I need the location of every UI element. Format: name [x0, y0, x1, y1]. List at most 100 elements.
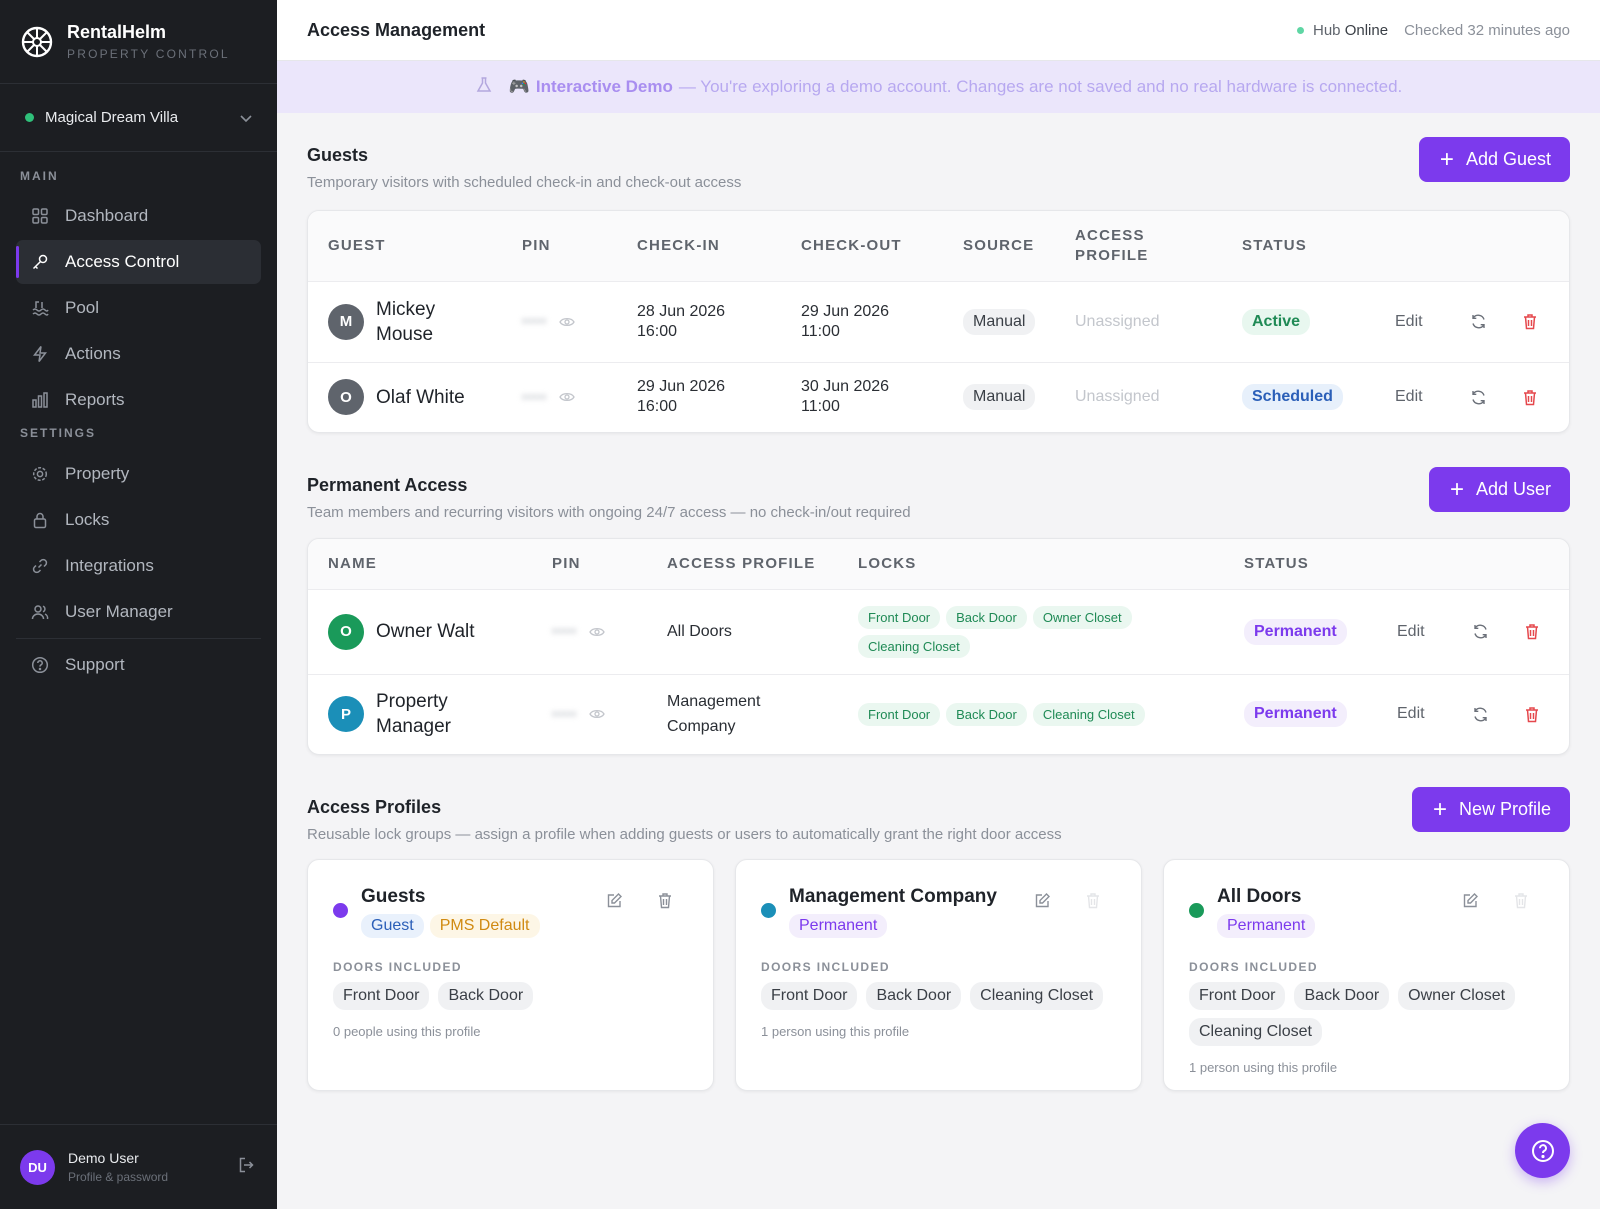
profiles-section-header: Access Profiles Reusable lock groups — a… [307, 787, 1570, 843]
sidebar-item-dashboard[interactable]: Dashboard [16, 194, 261, 238]
sidebar-item-support[interactable]: Support [16, 643, 261, 687]
sidebar-item-reports[interactable]: Reports [16, 378, 261, 422]
status-badge: Active [1242, 308, 1311, 335]
main-content: Access Management Hub Online Checked 32 … [277, 0, 1600, 1209]
user-name: Property Manager [376, 691, 451, 738]
add-guest-label: Add Guest [1465, 149, 1551, 169]
profile-color-dot [333, 903, 348, 918]
profile-card-guests[interactable]: Guests Guest PMS Default DOORS INCLUDED … [307, 859, 714, 1091]
profile-type-badge: Permanent [789, 914, 888, 938]
trash-icon[interactable] [1506, 623, 1558, 640]
refresh-icon[interactable] [1454, 706, 1506, 723]
sidebar-item-label: Actions [65, 344, 121, 363]
brand-subtitle: PROPERTY CONTROL [67, 47, 230, 61]
refresh-icon[interactable] [1452, 389, 1504, 406]
sidebar-item-locks[interactable]: Locks [16, 498, 261, 542]
new-profile-label: New Profile [1458, 799, 1551, 819]
checkin-date: 28 Jun 2026 [637, 302, 726, 320]
eye-icon[interactable] [589, 708, 605, 720]
column-header: NAME [308, 539, 532, 589]
edit-button[interactable]: Edit [1395, 388, 1452, 406]
sidebar-item-label: Pool [65, 298, 100, 317]
sidebar-item-label: Reports [65, 390, 125, 409]
new-profile-button[interactable]: + New Profile [1411, 787, 1570, 832]
edit-icon[interactable] [1034, 892, 1051, 909]
door-badge: Front Door [333, 982, 430, 1010]
sidebar-item-user-manager[interactable]: User Manager [16, 590, 261, 634]
add-user-button[interactable]: + Add User [1428, 467, 1570, 512]
door-badge: Cleaning Closet [1189, 1018, 1322, 1046]
trash-icon[interactable] [1506, 706, 1558, 723]
sidebar-item-label: Dashboard [65, 206, 149, 225]
section-label-settings: SETTINGS [20, 426, 97, 440]
trash-icon[interactable] [657, 892, 673, 909]
profile-name: Management Company [789, 886, 997, 907]
sidebar-item-actions[interactable]: Actions [16, 332, 261, 376]
sidebar: RentalHelm PROPERTY CONTROL Magical Drea… [0, 0, 277, 1209]
table-row: O Owner Walt •••• All Doors Front Door B… [308, 588, 1569, 674]
help-button[interactable] [1515, 1123, 1570, 1178]
help-circle-icon [30, 655, 50, 675]
flask-icon [475, 76, 493, 99]
sidebar-item-integrations[interactable]: Integrations [16, 544, 261, 588]
property-selector[interactable]: Magical Dream Villa [0, 84, 277, 152]
access-profile-value: Unassigned [1075, 312, 1160, 330]
hub-status: Hub Online Checked 32 minutes ago [1297, 22, 1570, 39]
logout-icon[interactable] [237, 1156, 255, 1179]
guest-name: Mickey Mouse [376, 298, 436, 345]
lock-badge: Front Door [858, 605, 941, 629]
checkin-time: 16:00 [637, 322, 678, 340]
edit-icon[interactable] [606, 892, 623, 909]
lock-badge: Back Door [946, 605, 1027, 629]
add-guest-button[interactable]: + Add Guest [1418, 137, 1570, 182]
table-row: O Olaf White •••• 29 Jun 2026 16:00 30 Ju… [308, 361, 1569, 432]
checkout-time: 11:00 [801, 322, 840, 340]
user-subtitle: Profile & password [68, 1170, 169, 1184]
eye-icon[interactable] [559, 391, 575, 403]
profile-card-all-doors[interactable]: All Doors Permanent DOORS INCLUDED Front… [1163, 859, 1570, 1091]
edit-button[interactable]: Edit [1395, 313, 1452, 331]
lock-badge: Cleaning Closet [858, 634, 970, 658]
profile-usage: 1 person using this profile [761, 1024, 910, 1039]
eye-icon[interactable] [559, 316, 575, 328]
lock-icon [30, 510, 50, 530]
sidebar-item-label: Locks [65, 510, 110, 529]
sidebar-item-property[interactable]: Property [16, 452, 261, 496]
user-profile[interactable]: DU Demo User Profile & password [0, 1124, 277, 1209]
status-badge: Scheduled [1242, 384, 1343, 411]
column-header: PIN [532, 539, 647, 589]
column-header: STATUS [1224, 539, 1377, 589]
help-circle-icon [1531, 1139, 1554, 1162]
plus-icon: + [1449, 475, 1464, 503]
sidebar-item-label: User Manager [65, 602, 173, 621]
profile-usage: 1 person using this profile [1189, 1060, 1338, 1075]
profile-card-management-company[interactable]: Management Company Permanent DOORS INCLU… [735, 859, 1142, 1091]
pin-value: •••• [552, 705, 578, 723]
edit-icon[interactable] [1462, 892, 1479, 909]
eye-icon[interactable] [589, 626, 605, 638]
trash-icon[interactable] [1504, 313, 1556, 330]
sidebar-item-label: Integrations [65, 556, 154, 575]
section-label-main: MAIN [20, 169, 59, 183]
user-name: Owner Walt [376, 621, 475, 642]
column-header: CHECK-IN [617, 211, 781, 281]
door-badge: Back Door [1294, 982, 1390, 1010]
edit-button[interactable]: Edit [1397, 705, 1454, 723]
edit-button[interactable]: Edit [1397, 623, 1454, 641]
sidebar-item-access-control[interactable]: Access Control [16, 240, 261, 284]
key-icon [30, 252, 50, 272]
column-header: STATUS [1222, 211, 1375, 281]
brand[interactable]: RentalHelm PROPERTY CONTROL [0, 0, 277, 84]
sidebar-item-pool[interactable]: Pool [16, 286, 261, 330]
refresh-icon[interactable] [1454, 623, 1506, 640]
bar-chart-icon [30, 390, 50, 410]
sidebar-item-label: Property [65, 464, 130, 483]
access-profile-value: Management Company [667, 693, 761, 736]
trash-icon[interactable] [1504, 389, 1556, 406]
profiles-subtitle: Reusable lock groups — assign a profile … [307, 826, 1062, 843]
status-badge: Permanent [1244, 701, 1347, 728]
door-badge: Owner Closet [1398, 982, 1516, 1010]
column-header: LOCKS [838, 539, 1224, 589]
lock-badge: Back Door [946, 702, 1027, 726]
refresh-icon[interactable] [1452, 313, 1504, 330]
